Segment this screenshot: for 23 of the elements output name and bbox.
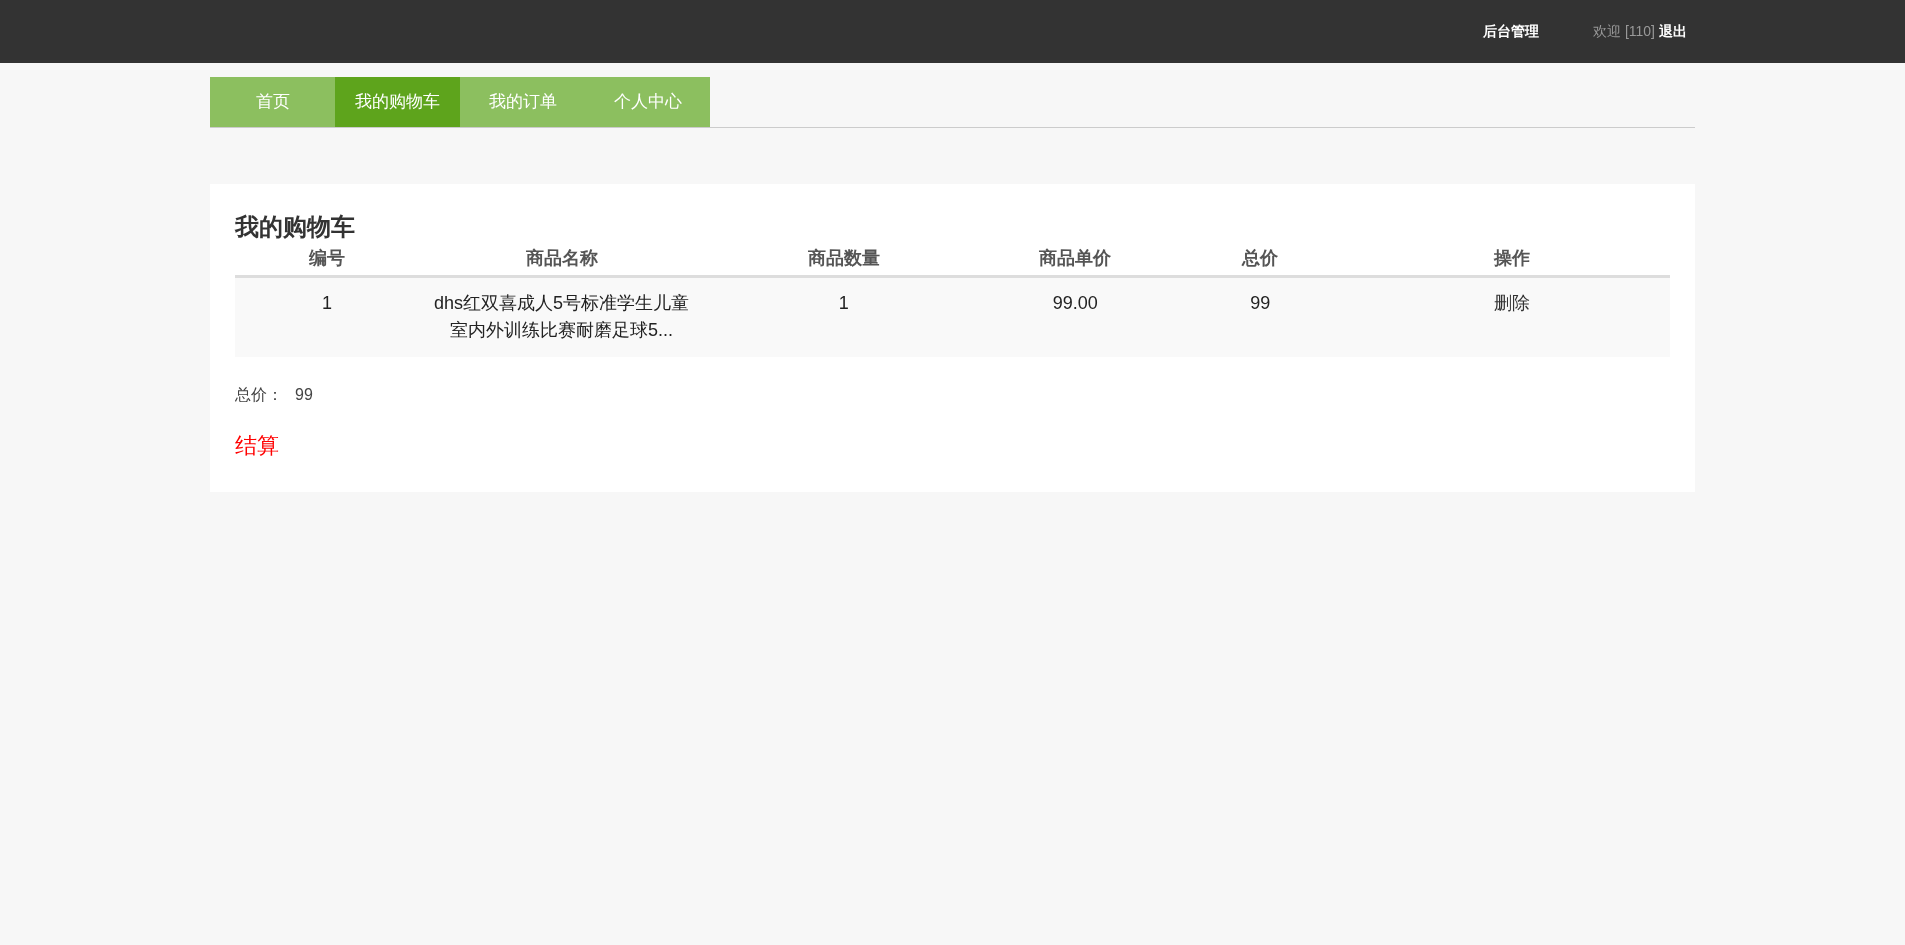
panel-title: 我的购物车	[235, 212, 356, 242]
nav-tab[interactable]: 首页	[210, 77, 335, 127]
nav-tab[interactable]: 个人中心	[585, 77, 710, 127]
admin-link[interactable]: 后台管理	[1483, 21, 1539, 42]
column-header: 商品单价	[1038, 247, 1113, 270]
column-header: 编号	[308, 247, 347, 270]
checkout-link[interactable]: 结算	[235, 429, 279, 462]
column-header: 商品数量	[806, 247, 881, 270]
column-header: 商品名称	[524, 247, 599, 270]
logout-link[interactable]: 退出	[1659, 21, 1687, 42]
delete-link[interactable]: 删除	[1493, 290, 1530, 357]
table-cell-text: dhs红双喜成人5号标准学生儿童室内外训练比赛耐磨足球5...	[433, 292, 691, 342]
nav-tab[interactable]: 我的购物车	[335, 77, 460, 127]
column-header: 总价	[1240, 247, 1280, 270]
table-cell-text: 1	[838, 292, 849, 315]
total-value: 99	[295, 385, 313, 405]
column-header: 操作	[1492, 247, 1531, 270]
table-cell-text: 99	[1250, 292, 1271, 315]
welcome-text: 欢迎 [110]	[1593, 22, 1655, 41]
table-cell-text: 1	[322, 292, 333, 315]
table-cell-text: 99.00	[1052, 292, 1098, 315]
total-label: 总价：	[235, 385, 283, 405]
nav-tab[interactable]: 我的订单	[460, 77, 585, 127]
